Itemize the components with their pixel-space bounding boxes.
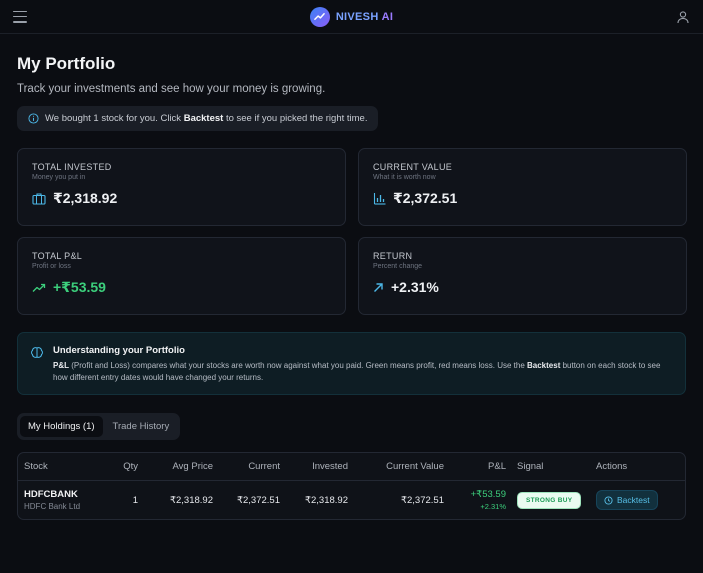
top-bar: NIVESH AI xyxy=(0,0,703,34)
qty-cell: 1 xyxy=(132,494,138,506)
table-header: Stock Qty Avg Price Current Invested Cur… xyxy=(18,453,685,481)
total-invested-value: ₹2,318.92 xyxy=(53,190,118,206)
arrow-up-right-icon xyxy=(374,282,383,292)
info-banner: We bought 1 stock for you. Click Backtes… xyxy=(17,106,379,131)
invested-cell: ₹2,318.92 xyxy=(304,494,348,506)
briefcase-icon xyxy=(32,193,46,205)
brand-trend-icon xyxy=(309,6,330,27)
page-subtitle: Track your investments and see how your … xyxy=(17,83,326,95)
summary-cards: TOTAL INVESTED Money you put in ₹2,318.9… xyxy=(17,148,687,315)
holdings-tabs: My Holdings (1) Trade History xyxy=(17,413,181,440)
card-total-invested: TOTAL INVESTED Money you put in ₹2,318.9… xyxy=(17,148,346,226)
card-total-pl: TOTAL P&L Profit or loss +₹53.59 xyxy=(17,237,346,315)
info-icon xyxy=(28,113,39,124)
portfolio-explainer: Understanding your Portfolio P&L (Profit… xyxy=(17,332,686,395)
page-title: My Portfolio xyxy=(17,54,116,73)
total-pl-value: +₹53.59 xyxy=(53,279,106,295)
current-price-cell: ₹2,372.51 xyxy=(236,494,280,506)
card-current-value: CURRENT VALUE What it is worth now ₹2,37… xyxy=(358,148,687,226)
card-return: RETURN Percent change +2.31% xyxy=(358,237,687,315)
signal-badge: STRONG BUY xyxy=(517,491,582,509)
holdings-table: Stock Qty Avg Price Current Invested Cur… xyxy=(17,452,686,520)
return-value: +2.31% xyxy=(391,279,439,295)
current-value-cell: ₹2,372.51 xyxy=(400,494,444,506)
brand[interactable]: NIVESH AI xyxy=(309,6,394,27)
tab-trade-history[interactable]: Trade History xyxy=(105,416,178,437)
explainer-title: Understanding your Portfolio xyxy=(53,345,185,356)
brain-icon xyxy=(31,347,43,358)
menu-icon[interactable] xyxy=(13,10,27,23)
clock-icon xyxy=(604,495,613,505)
user-icon[interactable] xyxy=(676,10,690,24)
stock-name: HDFC Bank Ltd xyxy=(24,502,81,511)
current-value-amount: ₹2,372.51 xyxy=(393,190,458,206)
tab-my-holdings[interactable]: My Holdings (1) xyxy=(20,416,103,437)
banner-text: We bought 1 stock for you. Click Backtes… xyxy=(45,113,368,124)
avg-price-cell: ₹2,318.92 xyxy=(169,494,213,506)
trend-up-icon xyxy=(32,283,46,292)
brand-name: NIVESH AI xyxy=(335,10,394,23)
pl-percent: +2.31% xyxy=(480,502,506,511)
bar-chart-icon xyxy=(373,193,386,205)
stock-symbol: HDFCBANK xyxy=(24,489,78,500)
backtest-button[interactable]: Backtest xyxy=(596,490,658,510)
table-row[interactable]: HDFCBANK HDFC Bank Ltd 1 ₹2,318.92 ₹2,37… xyxy=(18,481,685,519)
explainer-body: P&L (Profit and Loss) compares what your… xyxy=(53,361,661,382)
pl-cell: +₹53.59 xyxy=(470,489,506,500)
